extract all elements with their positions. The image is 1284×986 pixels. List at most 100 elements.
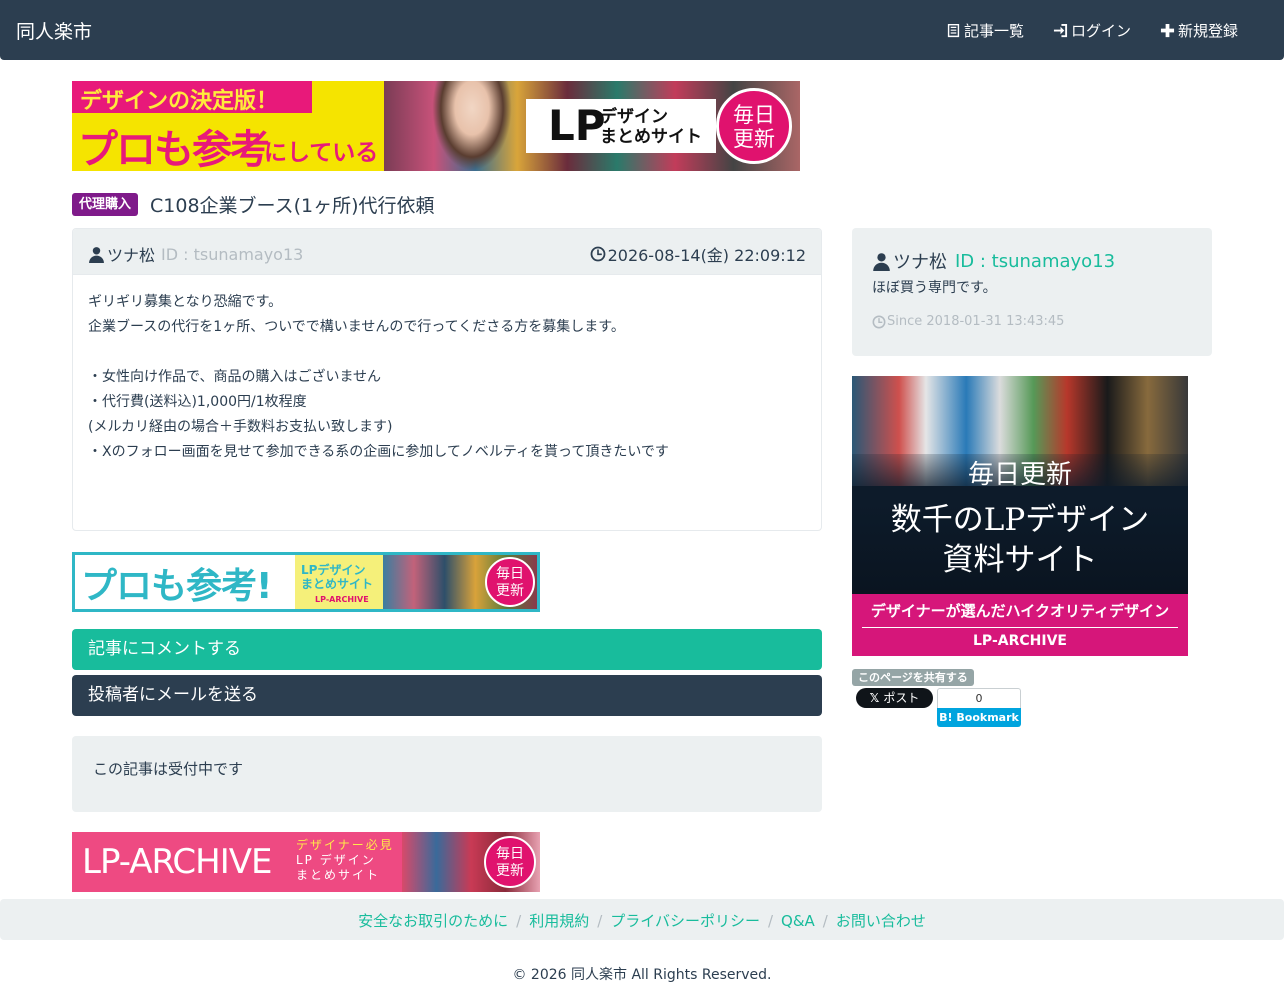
banner-lp-text-3: まとめサイト (296, 868, 381, 882)
separator: / (767, 912, 774, 930)
copyright: © 2026 同人楽市 All Rights Reserved. (512, 967, 772, 983)
nav-register-label: 新規登録 (1178, 22, 1239, 40)
separator: / (822, 912, 828, 930)
nav-register[interactable]: 新規登録 (1160, 20, 1238, 41)
clock-icon (872, 315, 886, 328)
login-icon (1053, 23, 1068, 38)
page-title: C108企業ブース(1ヶ所)代行依頼 (150, 195, 435, 217)
footer-link-privacy[interactable]: プライバシーポリシー (610, 912, 760, 930)
author-id: ID : tsunamayo13 (161, 244, 304, 264)
mail-poster-button[interactable]: 投稿者にメールを送る (72, 675, 822, 716)
post-line: ・代行費(送料込)1,000円/1枚程度 (88, 394, 307, 410)
post-line: ギリギリ募集となり恐縮です。 (88, 294, 283, 310)
middle-ad-banner[interactable]: プロも参考! LPデザイン まとめサイト LP-ARCHIVE 毎日 更新 (72, 552, 540, 612)
banner-lp-text-2: まとめサイト (301, 577, 374, 591)
nav-login[interactable]: ログイン (1053, 20, 1131, 41)
footer-link-contact[interactable]: お問い合わせ (836, 912, 926, 930)
banner-model-photo (432, 81, 512, 171)
list-icon (947, 23, 960, 38)
banner-lp-text-2: LP デザイン (296, 853, 376, 867)
badge-line-1: 毎日 (496, 566, 524, 582)
x-post-button[interactable]: 𝕏 ポスト (856, 688, 933, 708)
banner-sub-text: にしている (264, 140, 379, 166)
banner-daily-badge: 毎日 更新 (484, 836, 536, 888)
status-well: この記事は受付中です (72, 736, 822, 812)
banner-line-2: 数千のLPデザイン (890, 502, 1150, 538)
hatena-bookmark-button[interactable]: B! Bookmark (937, 708, 1021, 727)
post-line: 企業ブースの代行を1ヶ所、ついでで構いませんので行ってくださる方を募集します。 (88, 319, 625, 335)
banner-lp-text-1: LPデザイン (301, 563, 366, 577)
banner-line-1: 毎日更新 (967, 460, 1072, 490)
status-text: この記事は受付中です (93, 760, 244, 778)
post-author[interactable]: ツナ松 ID : tsunamayo13 (88, 242, 303, 266)
x-post-label: ポスト (883, 691, 920, 705)
post-header: ツナ松 ID : tsunamayo13 2026-08-14(金) 22:09… (73, 229, 821, 275)
banner-archive-label: LP-ARCHIVE (315, 595, 369, 604)
navbar: 同人楽市 記事一覧 ログイン 新規登録 (0, 0, 1284, 60)
bottom-ad-banner[interactable]: LP-ARCHIVE デザイナー必見 LP デザイン まとめサイト 毎日 更新 (72, 832, 540, 892)
banner-daily-badge: 毎日 更新 (485, 557, 535, 607)
footer-link-safety[interactable]: 安全なお取引のために (358, 912, 508, 930)
profile-since: Since 2018-01-31 13:43:45 (872, 314, 1064, 329)
banner-lp-text: デザイナー必見 LP デザイン まとめサイト (296, 838, 394, 883)
profile-name: ツナ松 (893, 252, 947, 273)
badge-line-1: 毎日 (496, 846, 524, 862)
share-label: このページを共有する (852, 669, 974, 686)
post-card: ツナ松 ID : tsunamayo13 2026-08-14(金) 22:09… (72, 228, 822, 531)
banner-lp-text: LPデザイン まとめサイト (301, 563, 373, 591)
post-body: ギリギリ募集となり恐縮です。 企業ブースの代行を1ヶ所、ついでで構いませんので行… (88, 290, 808, 465)
banner-catch: デザインの決定版！ (80, 89, 279, 114)
badge-line-2: 更新 (496, 863, 524, 879)
footer-link-terms[interactable]: 利用規約 (529, 912, 589, 930)
post-line: ・Xのフォロー画面を見せて参加できる系の企画に参加してノベルティを貰って頂きたい… (88, 444, 669, 460)
banner-lp-text-2: まとめサイト (600, 127, 702, 147)
footer-link-qa[interactable]: Q&A (781, 912, 815, 930)
banner-lp-text: デザイン まとめサイト (600, 107, 702, 147)
separator: / (597, 912, 603, 930)
banner-main-text: プロも参考 (78, 126, 270, 171)
banner-main-text: LP-ARCHIVE (82, 842, 272, 882)
user-icon (89, 246, 104, 263)
top-ad-banner[interactable]: デザインの決定版！ プロも参考 にしている LP デザイン まとめサイト 毎日 … (72, 81, 800, 171)
profile-id: ID : tsunamayo13 (955, 250, 1116, 272)
comment-button[interactable]: 記事にコメントする (72, 629, 822, 670)
banner-main-text: プロも参考! (81, 566, 272, 607)
post-date: 2026-08-14(金) 22:09:12 (590, 242, 806, 266)
nav-login-label: ログイン (1071, 22, 1132, 40)
profile-bio: ほぼ買う専門です。 (872, 280, 997, 296)
banner-headline: 数千のLPデザイン 資料サイト (852, 500, 1188, 580)
banner-divider (862, 627, 1178, 628)
post-line (88, 340, 808, 365)
site-brand[interactable]: 同人楽市 (16, 17, 92, 44)
nav-article-list[interactable]: 記事一覧 (946, 20, 1024, 41)
footer-links: 安全なお取引のために / 利用規約 / プライバシーポリシー / Q&A / お問い合わせ (0, 910, 1284, 931)
banner-daily-badge: 毎日 更新 (716, 88, 792, 164)
nav-article-list-label: 記事一覧 (964, 22, 1025, 40)
author-name: ツナ松 (107, 246, 156, 265)
user-icon (873, 252, 890, 271)
banner-line-3: 資料サイト (942, 542, 1098, 578)
side-ad-banner[interactable]: 毎日更新 数千のLPデザイン 資料サイト デザイナーが選んだハイクオリティデザイ… (852, 376, 1188, 656)
banner-line-4: デザイナーが選んだハイクオリティデザイン (870, 602, 1170, 620)
plus-icon (1160, 23, 1175, 38)
banner-lp-text-1: デザイン (600, 107, 668, 127)
profile-card: ツナ松 ID : tsunamayo13 ほぼ買う専門です。 Since 201… (852, 228, 1212, 356)
clock-icon (590, 246, 605, 262)
banner-lp-text-1: デザイナー必見 (296, 838, 394, 852)
footer-nav: 安全なお取引のために / 利用規約 / プライバシーポリシー / Q&A / お問い合わせ (0, 899, 1284, 940)
badge-line-2: 更新 (496, 583, 524, 599)
profile-since-text: Since 2018-01-31 13:43:45 (887, 314, 1065, 329)
hatena-bookmark-widget[interactable]: 0 B! Bookmark (937, 688, 1021, 728)
banner-line-5: LP-ARCHIVE (973, 633, 1067, 649)
hatena-count: 0 (937, 688, 1021, 708)
post-line: (メルカリ経由の場合＋手数料お支払い致します) (88, 419, 393, 435)
post-datetime: 2026-08-14(金) 22:09:12 (607, 246, 806, 265)
badge-line-2: 更新 (733, 127, 775, 151)
x-icon: 𝕏 (869, 691, 884, 705)
banner-lp-logo: LP (548, 101, 606, 150)
separator: / (516, 912, 522, 930)
profile-name-row[interactable]: ツナ松 ID : tsunamayo13 (872, 248, 1115, 274)
post-line: ・女性向け作品で、商品の購入はございません (88, 369, 382, 385)
category-badge: 代理購入 (72, 193, 139, 216)
badge-line-1: 毎日 (733, 103, 775, 127)
